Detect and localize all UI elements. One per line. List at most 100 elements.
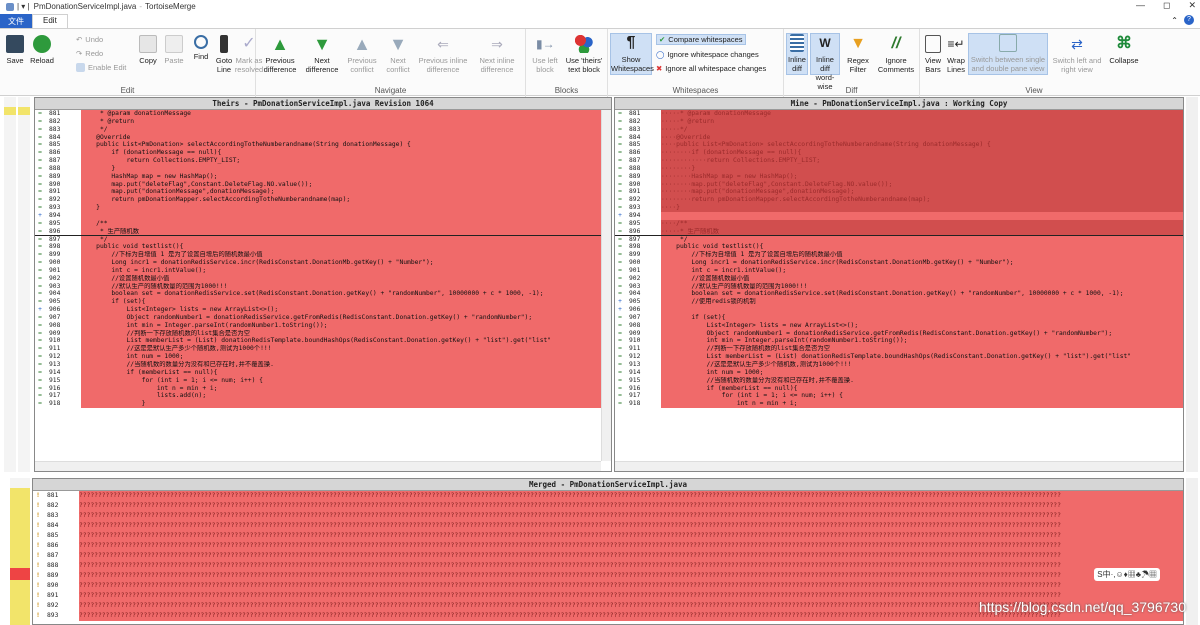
- line-number: 916: [625, 384, 661, 393]
- switch-single-double-pane-button[interactable]: Switch between single and double pane vi…: [968, 33, 1048, 75]
- line-text: ????????????????????????????????????????…: [79, 562, 1061, 569]
- previous-inline-difference-button[interactable]: ⇐ Previous inline difference: [416, 35, 470, 74]
- title-sep: -: [139, 2, 143, 11]
- locator-bar-left[interactable]: [4, 97, 16, 472]
- line-marker: =: [615, 313, 625, 322]
- line-text: //当随机数的数量分为没有和已存在时,并不覆盖操.: [661, 376, 854, 384]
- line-marker: =: [615, 337, 625, 346]
- theirs-pane[interactable]: Theirs - PmDonationServiceImpl.java Revi…: [34, 97, 612, 472]
- line-number: 885: [43, 531, 79, 541]
- code-line: = 918 int n = min + i;: [615, 400, 1183, 409]
- copy-button[interactable]: Copy: [136, 35, 160, 65]
- minimize-icon[interactable]: —: [1136, 0, 1145, 11]
- line-text: lists.add(n);: [81, 392, 207, 400]
- locator-bar-right[interactable]: [18, 97, 30, 472]
- line-marker: +: [615, 306, 625, 314]
- next-conflict-button[interactable]: ▼ Next conflict: [382, 35, 414, 74]
- code-line: = 917 lists.add(n);: [35, 392, 611, 401]
- line-marker: =: [615, 243, 625, 252]
- code-line: = 881 ·····* @param donationMessage: [615, 110, 1183, 118]
- line-number: 901: [625, 266, 661, 275]
- conflict-down-icon: ▼: [389, 34, 407, 54]
- ribbon-collapse-icon[interactable]: ⌃: [1171, 16, 1178, 25]
- previous-conflict-button[interactable]: ▲ Previous conflict: [344, 35, 380, 74]
- line-number: 888: [43, 561, 79, 571]
- regex-filter-button[interactable]: ▼ Regex Filter: [842, 35, 874, 74]
- line-number: 883: [625, 125, 661, 134]
- show-whitespaces-button[interactable]: ¶ Show Whitespaces: [610, 33, 654, 75]
- conflict-marker-icon: !: [33, 511, 43, 521]
- mine-pane[interactable]: Mine - PmDonationServiceImpl.java : Work…: [614, 97, 1184, 472]
- line-text: Object randomNumber1 = donationRedisServ…: [81, 313, 533, 321]
- ribbon: Save Reload ↶ Undo ↷ Redo Enable Edit Copy…: [0, 28, 1200, 97]
- line-marker: =: [615, 188, 625, 197]
- line-number: 911: [625, 345, 661, 354]
- conflict-marker-icon: !: [33, 531, 43, 541]
- goto-line-button[interactable]: Goto Line: [214, 35, 234, 74]
- next-inline-difference-button[interactable]: ⇒ Next inline difference: [472, 35, 522, 74]
- paste-button[interactable]: Paste: [162, 35, 186, 65]
- collapse-button[interactable]: ⌘ Collapse: [1106, 35, 1142, 65]
- line-marker: =: [615, 282, 625, 291]
- enable-edit-button[interactable]: Enable Edit: [76, 63, 126, 72]
- line-text: public void testlist(){: [661, 243, 764, 251]
- line-text: //设置随机数最小值: [81, 274, 170, 282]
- ribbon-group-edit-name: Edit: [120, 86, 135, 95]
- code-line: = 916 int n = min + i;: [35, 384, 611, 393]
- view-bars-button[interactable]: View Bars: [922, 35, 944, 74]
- line-number: 883: [43, 511, 79, 521]
- line-text: }: [81, 164, 116, 172]
- line-marker: =: [35, 345, 45, 354]
- line-marker: =: [35, 368, 45, 377]
- close-icon[interactable]: ✕: [1188, 0, 1196, 11]
- code-line: = 883 ·····*/: [615, 125, 1183, 134]
- switch-left-right-button[interactable]: ⇄ Switch left and right view: [1050, 35, 1104, 74]
- line-marker: =: [35, 353, 45, 361]
- help-icon[interactable]: ?: [1184, 15, 1194, 25]
- ignore-whitespace-changes-option[interactable]: ◯ Ignore whitespace changes: [656, 50, 759, 59]
- code-line: = 884 ····@Override: [615, 133, 1183, 142]
- merged-line: ! 887????????????????????????????????????…: [33, 551, 1183, 561]
- code-line: = 907 Object randomNumber1 = donationRedi…: [35, 313, 611, 322]
- next-difference-button[interactable]: ▼ Next difference: [302, 35, 342, 74]
- code-line: = 886 ········if (donationMessage == null)…: [615, 149, 1183, 158]
- reload-button[interactable]: Reload: [28, 35, 56, 65]
- line-text: //判断一下存放随机数的list集合是否为空: [661, 345, 830, 353]
- diff-scrollbar[interactable]: [1186, 97, 1198, 472]
- previous-difference-button[interactable]: ▲ Previous difference: [260, 35, 300, 74]
- inline-diff-word-wise-button[interactable]: W Inline diff word-wise: [810, 33, 840, 91]
- wrap-lines-button[interactable]: ≡↵ Wrap Lines: [946, 35, 966, 74]
- collapse-label: Collapse: [1109, 56, 1139, 65]
- line-number: 893: [625, 204, 661, 212]
- line-number: 904: [625, 290, 661, 299]
- undo-button[interactable]: ↶ Undo: [76, 35, 103, 44]
- theirs-horizontal-scrollbar[interactable]: [35, 461, 601, 471]
- merged-locator-right[interactable]: [20, 478, 30, 625]
- ribbon-group-blocks-name: Blocks: [554, 86, 579, 95]
- line-marker: =: [35, 384, 45, 393]
- find-button[interactable]: Find: [190, 35, 212, 61]
- compare-whitespaces-option[interactable]: ✔ Compare whitespaces: [656, 34, 746, 45]
- ime-toolbar[interactable]: S中·,☺♦▦♣☂▦: [1094, 568, 1160, 581]
- menu-file[interactable]: 文件: [0, 14, 32, 28]
- line-text: //当随机数的数量分为没有和已存在时,并不覆盖操.: [81, 361, 274, 368]
- ribbon-group-view: View Bars ≡↵ Wrap Lines Switch between s…: [920, 29, 1148, 97]
- mine-horizontal-scrollbar[interactable]: [615, 461, 1183, 471]
- use-theirs-block-button[interactable]: Use 'theirs' text block: [562, 35, 606, 74]
- save-button[interactable]: Save: [4, 35, 26, 65]
- merged-scrollbar[interactable]: [1186, 478, 1198, 625]
- redo-button[interactable]: ↷ Redo: [76, 49, 103, 58]
- menu-edit[interactable]: Edit: [32, 14, 68, 28]
- line-marker: =: [35, 251, 45, 260]
- line-number: 884: [625, 133, 661, 142]
- theirs-vertical-scrollbar[interactable]: [601, 110, 611, 461]
- code-line: = 908 List<Integer> lists = new ArrayList…: [615, 321, 1183, 330]
- use-left-block-button[interactable]: ▮→ Use left block: [528, 35, 562, 74]
- code-line: = 898 public void testlist(){: [35, 243, 611, 252]
- line-text: //设置随机数最小值: [661, 274, 750, 282]
- maximize-icon[interactable]: ◻: [1163, 0, 1170, 11]
- inline-diff-button[interactable]: Inline diff: [786, 33, 808, 75]
- ignore-all-whitespace-option[interactable]: ✖ Ignore all whitespace changes: [656, 64, 766, 73]
- ignore-comments-button[interactable]: // Ignore Comments: [876, 35, 916, 74]
- switch-lr-label: Switch left and right view: [1052, 56, 1102, 74]
